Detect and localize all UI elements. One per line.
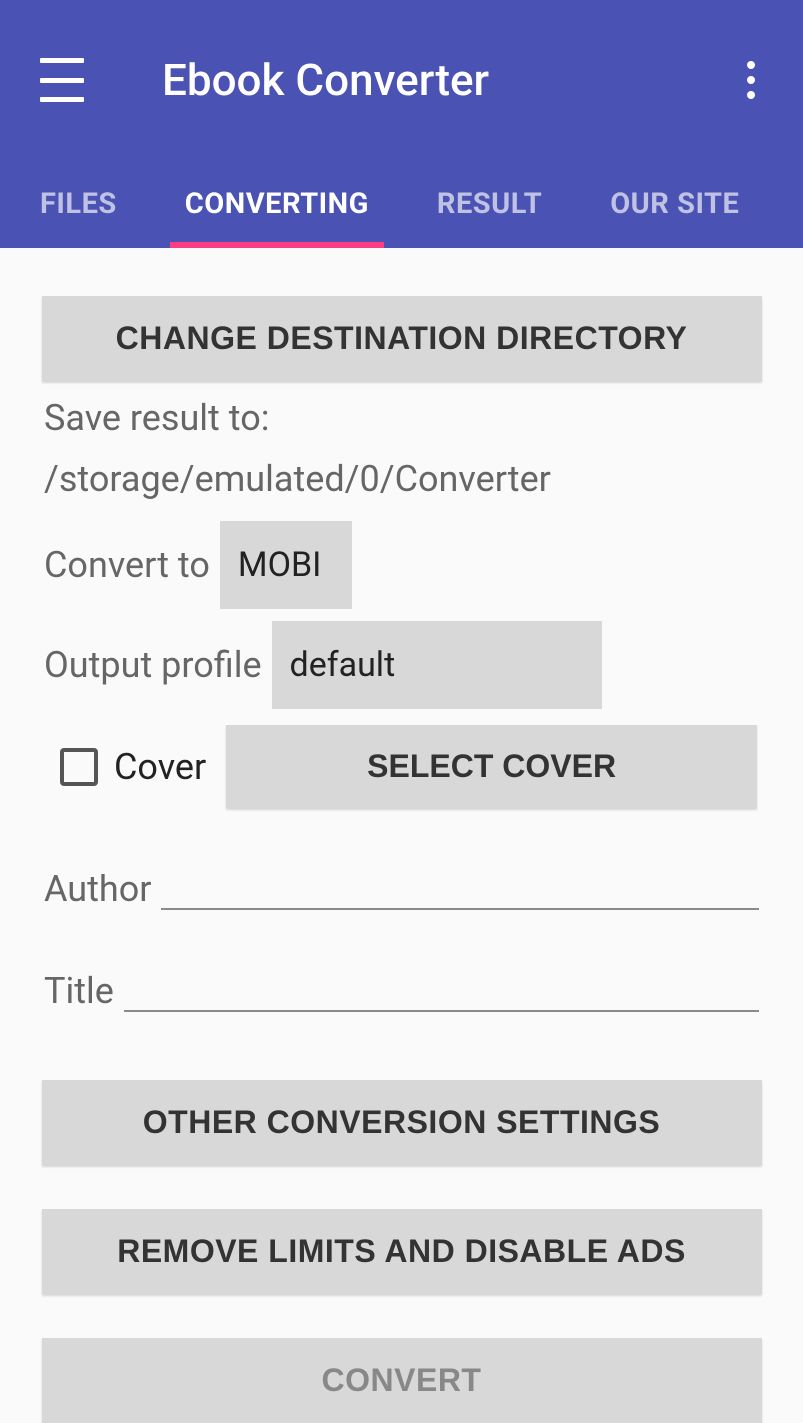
overflow-menu-icon[interactable] xyxy=(731,60,771,100)
save-path-text: Save result to: /storage/emulated/0/Conv… xyxy=(44,397,551,500)
select-cover-button[interactable]: SELECT COVER xyxy=(226,725,757,808)
cover-checkbox[interactable] xyxy=(60,748,98,786)
tab-our-site[interactable]: OUR SITE xyxy=(610,160,739,248)
hamburger-menu-icon[interactable] xyxy=(40,58,84,102)
tab-files[interactable]: FILES xyxy=(40,160,117,248)
output-profile-label: Output profile xyxy=(44,644,262,686)
tab-result[interactable]: RESULT xyxy=(437,160,542,248)
convert-to-label: Convert to xyxy=(44,544,210,586)
convert-to-select[interactable]: MOBI xyxy=(220,521,352,609)
tab-converting[interactable]: CONVERTING xyxy=(185,160,369,248)
app-title: Ebook Converter xyxy=(162,54,731,106)
change-destination-button[interactable]: CHANGE DESTINATION DIRECTORY xyxy=(42,296,762,381)
other-settings-button[interactable]: OTHER CONVERSION SETTINGS xyxy=(42,1080,762,1165)
author-label: Author xyxy=(44,868,151,910)
title-input[interactable] xyxy=(124,964,759,1012)
title-label: Title xyxy=(44,970,114,1012)
convert-button[interactable]: CONVERT xyxy=(42,1338,762,1423)
remove-limits-button[interactable]: REMOVE LIMITS AND DISABLE ADS xyxy=(42,1209,762,1294)
cover-checkbox-label: Cover xyxy=(114,746,206,788)
output-profile-select[interactable]: default xyxy=(272,621,602,709)
author-input[interactable] xyxy=(161,862,759,910)
tab-bar: FILES CONVERTING RESULT OUR SITE xyxy=(0,160,803,248)
